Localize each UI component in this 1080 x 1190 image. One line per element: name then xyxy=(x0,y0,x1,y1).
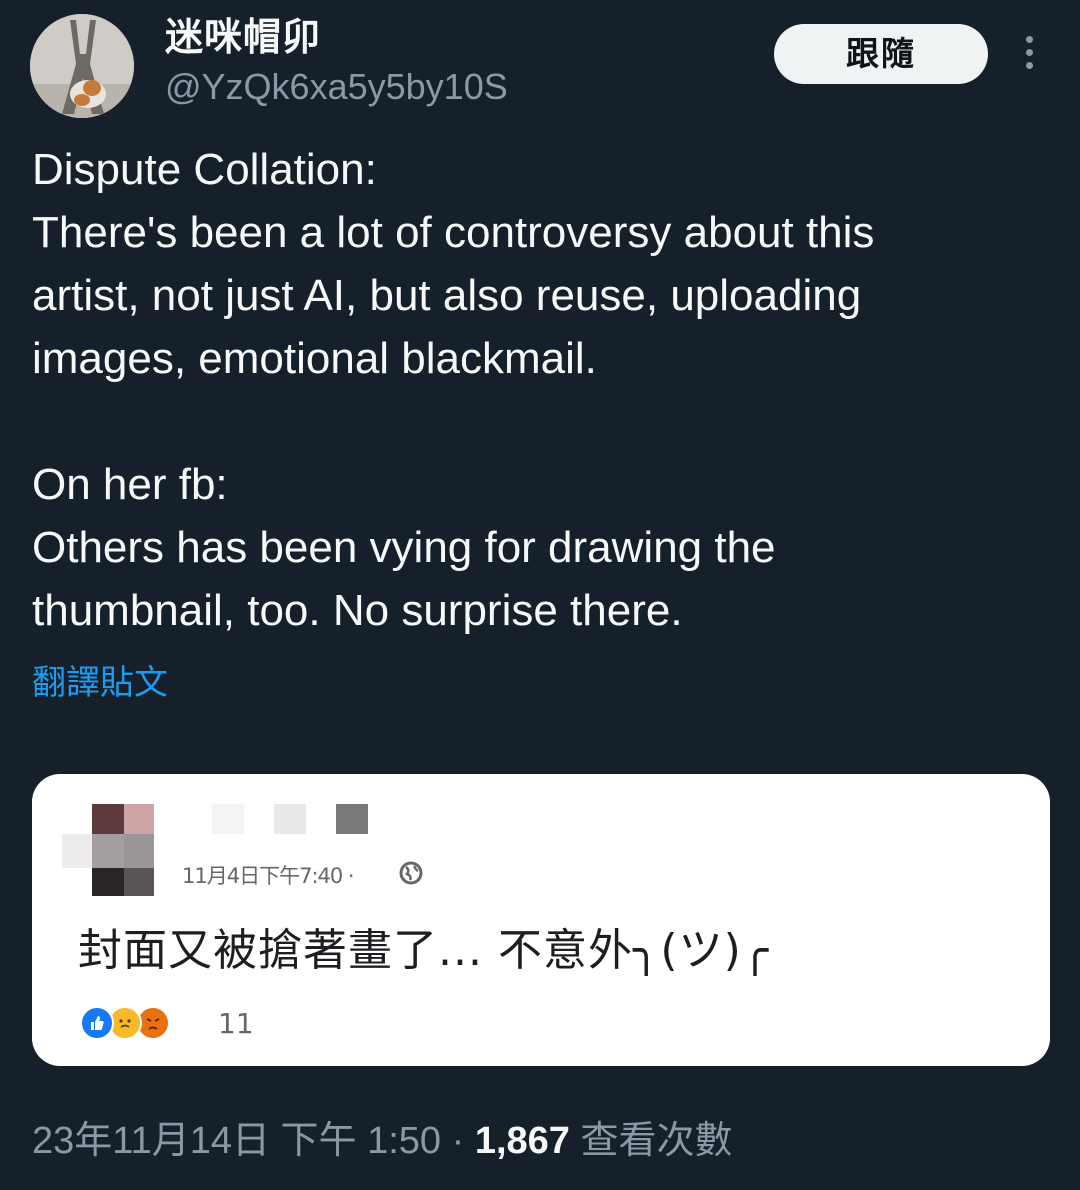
tweet-meta: 23年11月14日 下午 1:50 · 1,867 查看次數 xyxy=(32,1116,733,1166)
eiffel-tower-cat-avatar-icon xyxy=(30,14,134,118)
views-count: 1,867 xyxy=(474,1120,570,1162)
reaction-count: 11 xyxy=(218,1007,254,1040)
follow-button[interactable]: 跟隨 xyxy=(774,24,988,84)
tweet-line: On her fb: xyxy=(32,460,228,509)
author-handle[interactable]: @YzQk6xa5y5by10S xyxy=(165,64,508,110)
censored-name-block xyxy=(336,804,368,834)
views-label: 查看次數 xyxy=(580,1120,733,1162)
tweet-line: thumbnail, too. No surprise there. xyxy=(32,586,683,635)
tweet-timestamp[interactable]: 23年11月14日 下午 1:50 xyxy=(32,1120,441,1162)
tweet-line-blank xyxy=(32,390,1052,453)
attached-image[interactable]: 11月4日下午7:40 · 封面又被搶著畫了... 不意外╮(ツ)╭ 11 xyxy=(32,774,1050,1066)
author-avatar[interactable] xyxy=(30,14,134,118)
tweet-line: There's been a lot of controversy about … xyxy=(32,208,875,257)
censored-avatar-block xyxy=(92,804,124,834)
tweet-line: images, emotional blackmail. xyxy=(32,334,597,383)
more-vertical-icon[interactable] xyxy=(1012,34,1046,74)
censored-name-block xyxy=(274,804,306,834)
meta-separator: · xyxy=(451,1120,465,1162)
censored-avatar-block xyxy=(62,834,92,868)
globe-icon xyxy=(399,861,423,885)
tweet-line: Dispute Collation: xyxy=(32,145,377,194)
tweet-line: Others has been vying for drawing the xyxy=(32,523,776,572)
censored-avatar-block xyxy=(92,868,124,896)
author-display-name[interactable]: 迷咪帽卯 xyxy=(165,12,321,62)
fb-post-timestamp: 11月4日下午7:40 · xyxy=(182,864,355,888)
censored-avatar-block xyxy=(124,868,154,896)
tweet-text: Dispute Collation: There's been a lot of… xyxy=(32,138,1052,642)
fb-post-text: 封面又被搶著畫了... 不意外╮(ツ)╭ xyxy=(78,925,770,976)
censored-avatar-block xyxy=(124,804,154,834)
translate-post-link[interactable]: 翻譯貼文 xyxy=(32,660,168,706)
tweet-line: artist, not just AI, but also reuse, upl… xyxy=(32,271,862,320)
censored-avatar-block xyxy=(92,834,124,868)
censored-name-block xyxy=(212,804,244,834)
censored-avatar-block xyxy=(124,834,154,868)
like-reaction-icon xyxy=(80,1006,114,1040)
